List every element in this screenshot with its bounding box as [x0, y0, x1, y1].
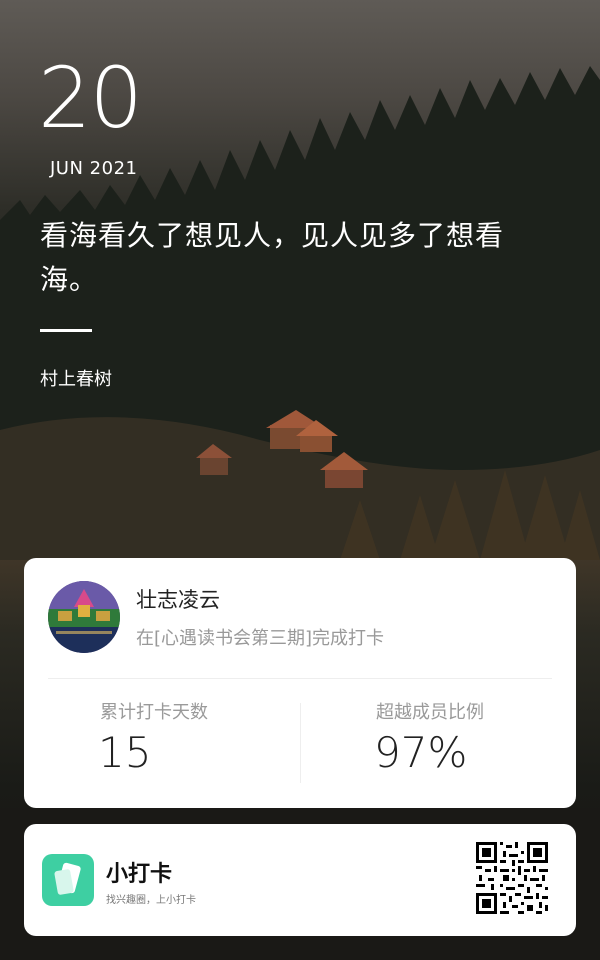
avatar[interactable]: [48, 581, 120, 653]
card-divider: [48, 678, 552, 679]
qr-code-icon[interactable]: [476, 842, 548, 914]
stat-days-label: 累计打卡天数: [100, 702, 208, 723]
app-footer: 小打卡 找兴趣圈，上小打卡: [24, 824, 576, 936]
avatar-image: [48, 581, 120, 653]
stat-divider: [300, 703, 301, 783]
quote-author: 村上春树: [40, 369, 112, 390]
quote-divider: [40, 329, 92, 332]
app-name: 小打卡: [106, 862, 173, 887]
stat-rank-value: 97%: [374, 728, 468, 777]
app-logo-icon: [42, 854, 94, 906]
checkin-card: 壮志凌云 在[心遇读书会第三期]完成打卡 累计打卡天数 15 超越成员比例 97…: [24, 558, 576, 808]
user-name: 壮志凌云: [136, 588, 220, 612]
date-day: 20: [38, 49, 143, 147]
checkin-description: 在[心遇读书会第三期]完成打卡: [136, 628, 385, 649]
app-slogan: 找兴趣圈，上小打卡: [106, 895, 196, 906]
quote-text: 看海看久了想见人，见人见多了想看海。: [40, 219, 505, 296]
stat-rank-label: 超越成员比例: [376, 702, 484, 723]
date-month-year: JUN 2021: [50, 158, 138, 179]
stat-days-value: 15: [98, 728, 152, 777]
